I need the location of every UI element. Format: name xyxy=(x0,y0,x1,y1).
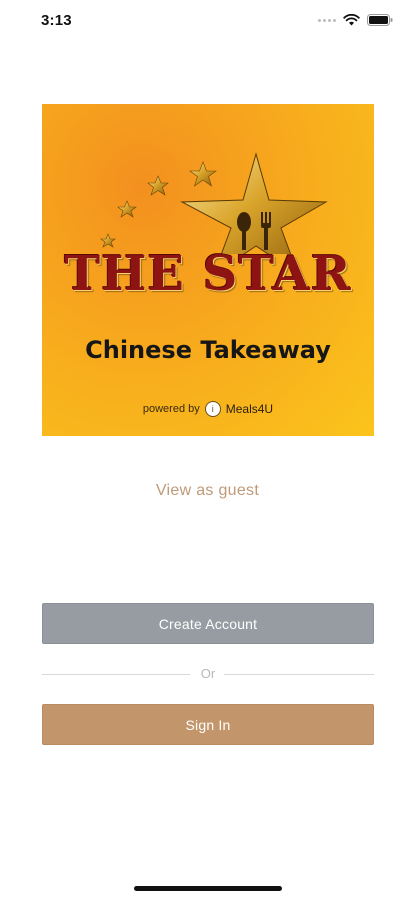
status-bar: 3:13 xyxy=(0,0,415,46)
spoon-icon xyxy=(237,212,251,232)
wifi-icon xyxy=(343,14,360,26)
powered-by-label: powered by xyxy=(142,403,200,415)
star-icon xyxy=(147,175,169,196)
create-account-button[interactable]: Create Account xyxy=(42,603,374,644)
powered-by-row: powered by i Meals4U xyxy=(42,401,374,417)
brand-subtitle: Chinese Takeaway xyxy=(85,336,331,364)
star-icon xyxy=(189,161,217,187)
partner-name: Meals4U xyxy=(225,402,274,416)
restaurant-logo: THE STAR Chinese Takeaway powered by i M… xyxy=(42,104,374,436)
brand-name: THE STAR xyxy=(64,246,352,302)
divider-line-right xyxy=(224,674,374,675)
home-indicator xyxy=(134,886,282,891)
view-as-guest-link[interactable]: View as guest xyxy=(0,482,415,500)
or-divider: Or xyxy=(42,665,374,683)
status-time: 3:13 xyxy=(41,12,72,29)
battery-icon xyxy=(367,14,393,26)
sign-in-button[interactable]: Sign In xyxy=(42,704,374,745)
star-icon xyxy=(117,200,137,218)
status-icons xyxy=(318,14,393,26)
meals4u-logo-icon: i xyxy=(204,401,221,417)
stars-artwork xyxy=(100,152,328,254)
cellular-dots-icon xyxy=(318,18,336,22)
